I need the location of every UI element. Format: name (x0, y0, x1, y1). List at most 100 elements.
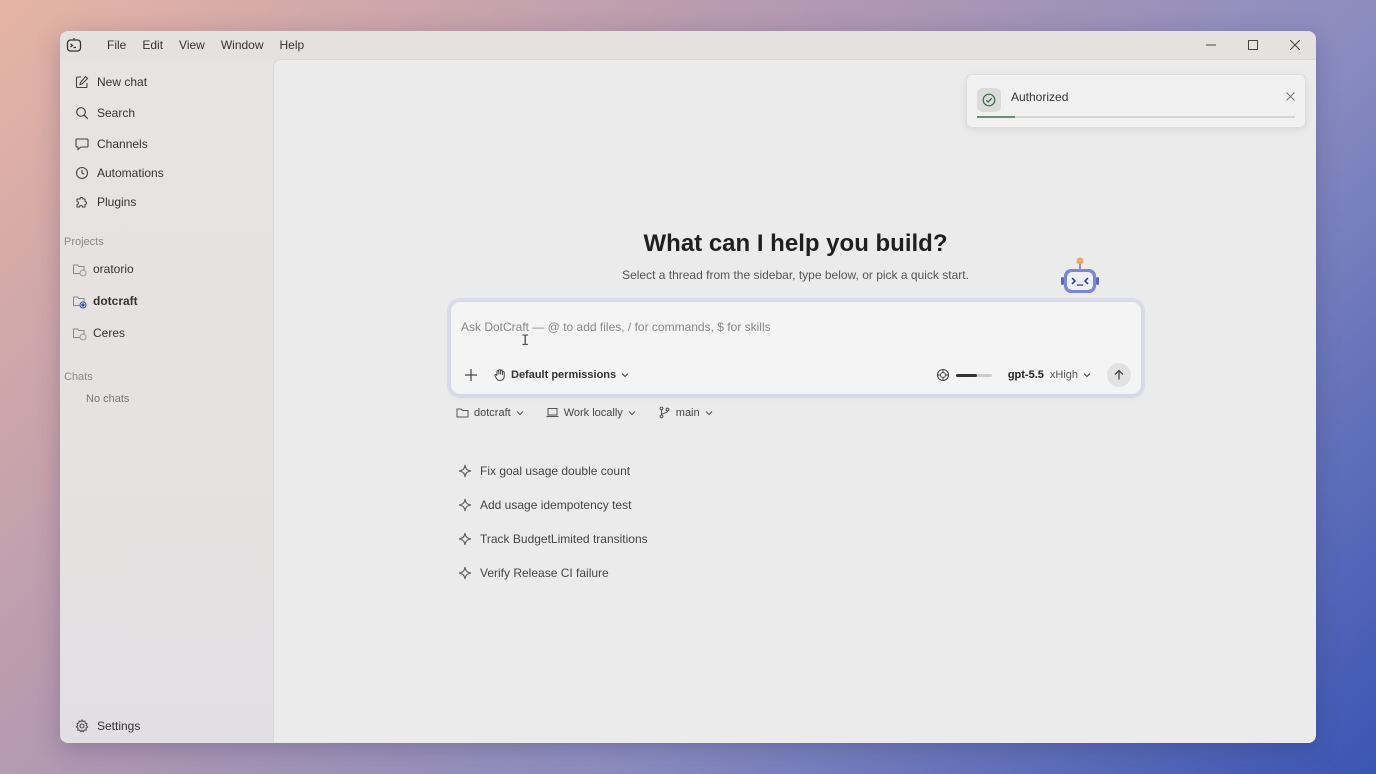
close-window-button[interactable] (1274, 31, 1316, 59)
app-logo-icon (65, 36, 83, 54)
send-button[interactable] (1107, 363, 1131, 387)
edit-icon (75, 75, 89, 89)
folder-icon (72, 261, 88, 277)
effort-selector[interactable]: xHigh (1050, 369, 1078, 381)
sidebar: New chat Search Channels Automations Plu… (60, 59, 273, 743)
quick-start-label: Track BudgetLimited transitions (480, 532, 648, 546)
sidebar-item-label: Search (97, 105, 136, 120)
search-icon (75, 106, 89, 120)
plus-icon (465, 369, 477, 381)
menu-bar: File Edit View Window Help (99, 31, 312, 59)
toast-close-button[interactable] (1286, 88, 1295, 104)
no-chats-text: No chats (86, 393, 130, 405)
project-dropdown-label: dotcraft (474, 406, 511, 419)
sidebar-item-label: New chat (97, 74, 148, 89)
prompt-input[interactable] (461, 316, 1121, 338)
toast-progress-fill (977, 116, 1016, 118)
project-label: oratorio (93, 262, 134, 276)
sidebar-item-label: Channels (97, 136, 148, 151)
menu-help[interactable]: Help (272, 31, 313, 59)
gear-icon (75, 719, 89, 733)
git-branch-icon (658, 406, 671, 419)
close-icon (1290, 40, 1300, 50)
quick-start-label: Fix goal usage double count (480, 464, 631, 478)
toast-message: Authorized (1011, 90, 1069, 104)
composer-toolbar: Default permissions gpt-5.5 xHigh (461, 363, 1131, 387)
folder-active-icon (72, 293, 88, 309)
sparkle-icon (458, 566, 472, 580)
chat-bubble-icon (75, 137, 89, 151)
location-dropdown[interactable]: Work locally (546, 406, 636, 419)
openai-logo-icon (936, 368, 949, 382)
sidebar-item-label: Automations (97, 165, 164, 180)
sparkle-icon (458, 464, 472, 478)
sidebar-item-plugins[interactable]: Plugins (60, 187, 273, 216)
text-cursor-icon: I (521, 333, 530, 349)
composer: I Default permissions gpt (450, 301, 1142, 395)
quick-start-list: Fix goal usage double count Add usage id… (458, 454, 648, 590)
context-row: dotcraft Work locally main (456, 406, 735, 419)
chevron-down-icon[interactable] (1083, 371, 1091, 379)
permissions-dropdown[interactable]: Default permissions (493, 368, 629, 382)
chevron-down-icon (621, 373, 629, 378)
hand-icon (493, 368, 507, 382)
project-label: Ceres (93, 326, 126, 340)
titlebar: File Edit View Window Help (60, 31, 1316, 59)
projects-heading: Projects (64, 236, 104, 248)
folder-icon (72, 325, 88, 341)
project-item-ceres[interactable]: Ceres (60, 317, 273, 349)
permissions-label: Default permissions (511, 369, 617, 381)
puzzle-icon (75, 195, 89, 209)
main-panel: What can I help you build? Select a thre… (273, 59, 1316, 743)
context-usage-bar (955, 373, 992, 377)
project-label: dotcraft (93, 294, 138, 308)
sidebar-item-automations[interactable]: Automations (60, 158, 273, 187)
sidebar-item-new-chat[interactable]: New chat (60, 67, 273, 96)
composer-right-tools: gpt-5.5 xHigh (936, 363, 1131, 387)
project-item-dotcraft[interactable]: dotcraft (60, 285, 273, 317)
page-subtitle: Select a thread from the sidebar, type b… (622, 268, 969, 282)
app-window: File Edit View Window Help New chat Sear… (60, 31, 1316, 743)
window-controls (1190, 31, 1316, 59)
quick-start-item[interactable]: Verify Release CI failure (458, 556, 648, 590)
add-attachment-button[interactable] (461, 365, 481, 385)
sidebar-item-channels[interactable]: Channels (60, 129, 273, 158)
folder-icon (456, 406, 469, 419)
project-dropdown[interactable]: dotcraft (456, 406, 524, 419)
location-dropdown-label: Work locally (563, 406, 623, 419)
robot-mascot-icon (1060, 256, 1100, 300)
menu-window[interactable]: Window (213, 31, 272, 59)
clock-icon (75, 166, 89, 180)
quick-start-item[interactable]: Fix goal usage double count (458, 454, 648, 488)
context-usage-fill (955, 373, 978, 377)
settings-label: Settings (97, 719, 141, 733)
toast-notification: Authorized (966, 74, 1306, 128)
branch-dropdown[interactable]: main (658, 406, 713, 419)
sidebar-item-search[interactable]: Search (60, 98, 273, 127)
chevron-down-icon (628, 410, 636, 415)
quick-start-item[interactable]: Add usage idempotency test (458, 488, 648, 522)
minimize-button[interactable] (1190, 31, 1232, 59)
quick-start-label: Verify Release CI failure (480, 566, 609, 580)
settings-button[interactable]: Settings (75, 719, 140, 733)
maximize-icon (1248, 40, 1258, 50)
quick-start-item[interactable]: Track BudgetLimited transitions (458, 522, 648, 556)
menu-view[interactable]: View (171, 31, 213, 59)
sparkle-icon (458, 498, 472, 512)
chevron-down-icon (705, 410, 713, 415)
project-item-oratorio[interactable]: oratorio (60, 253, 273, 285)
check-circle-icon (977, 88, 1001, 112)
laptop-icon (546, 406, 559, 419)
maximize-button[interactable] (1232, 31, 1274, 59)
chats-heading: Chats (64, 371, 93, 383)
page-title: What can I help you build? (643, 230, 948, 257)
arrow-up-icon (1114, 369, 1124, 380)
branch-dropdown-label: main (675, 406, 700, 419)
menu-file[interactable]: File (99, 31, 134, 59)
model-selector[interactable]: gpt-5.5 (1008, 369, 1044, 381)
toast-progress-bar (977, 116, 1295, 118)
sidebar-item-label: Plugins (97, 194, 137, 209)
sparkle-icon (458, 532, 472, 546)
chevron-down-icon (516, 410, 524, 415)
menu-edit[interactable]: Edit (134, 31, 171, 59)
